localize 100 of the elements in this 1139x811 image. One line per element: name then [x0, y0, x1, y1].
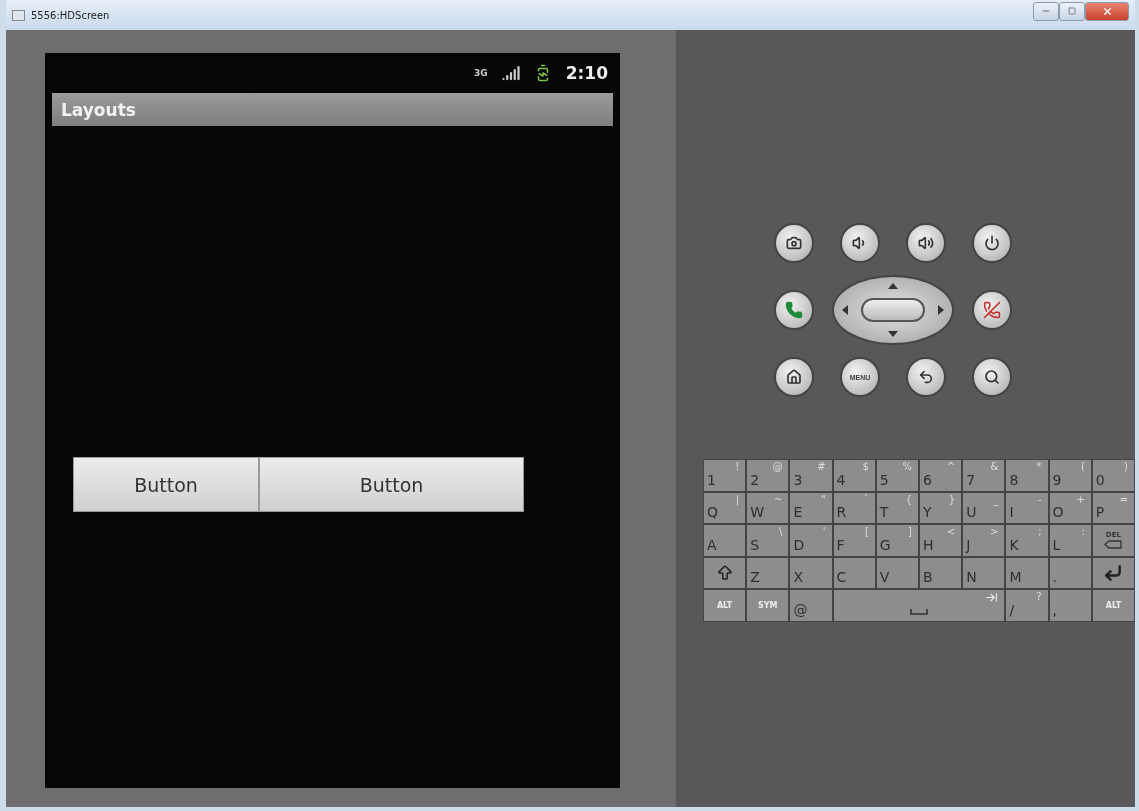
key[interactable]: U _ [963, 492, 1005, 523]
key[interactable]: P = [1092, 492, 1134, 523]
power-button[interactable] [972, 223, 1012, 263]
speaker-icon [918, 235, 934, 251]
signal-icon [501, 64, 520, 82]
button[interactable]: Button [259, 457, 524, 512]
search-button[interactable] [972, 357, 1012, 397]
alt-label: < [946, 526, 956, 537]
network-type: 3G [474, 68, 488, 78]
back-button[interactable] [906, 357, 946, 397]
window-title: 5556:HDScreen [31, 9, 111, 21]
alt-label: } [948, 493, 956, 505]
right-arrow-icon[interactable] [938, 305, 944, 315]
alt-label: * [1036, 461, 1042, 472]
alt-label: ~ [774, 493, 783, 505]
key[interactable]: E " [790, 492, 832, 523]
key[interactable]: N [963, 557, 1005, 588]
phone-icon [983, 301, 1001, 319]
key[interactable]: V [876, 557, 918, 588]
alt-label: \ [779, 526, 783, 537]
key[interactable]: 8 * [1006, 460, 1048, 491]
enter-icon [1103, 562, 1124, 583]
key[interactable]: C [833, 557, 875, 588]
alt-label: : [1081, 526, 1085, 537]
shift-icon [715, 563, 734, 582]
key[interactable]: I - [1006, 492, 1048, 523]
app-icon [12, 9, 25, 21]
alt-label: | [735, 493, 740, 505]
key[interactable]: R ` [833, 492, 875, 523]
key[interactable]: Z [747, 557, 789, 588]
key[interactable]: 2 @ [747, 460, 789, 491]
button[interactable]: Button [73, 457, 259, 512]
key[interactable]: G ] [876, 525, 918, 556]
key[interactable]: 6 ^ [920, 460, 962, 491]
key[interactable]: 7 & [963, 460, 1005, 491]
key[interactable]: Q | [704, 492, 746, 523]
power-icon [984, 235, 1000, 251]
alt-label: ` [863, 493, 869, 505]
key[interactable]: J > [963, 525, 1005, 556]
up-arrow-icon[interactable] [888, 283, 898, 289]
close-button[interactable] [1085, 1, 1129, 21]
key[interactable]: A [704, 525, 746, 556]
volume-down-button[interactable] [840, 223, 880, 263]
phone-icon [785, 301, 803, 319]
alt-label: % [902, 461, 912, 472]
dpad-center-button[interactable] [861, 298, 925, 322]
alt-label: ; [1038, 526, 1042, 537]
key[interactable]: X [790, 557, 832, 588]
alt-label: " [821, 493, 826, 505]
key[interactable]: K ; [1006, 525, 1048, 556]
key[interactable]: S \ [747, 525, 789, 556]
key[interactable]: F [ [833, 525, 875, 556]
key[interactable]: Y } [920, 492, 962, 523]
home-button[interactable] [774, 357, 814, 397]
shift-key[interactable] [704, 557, 746, 588]
alt-label: ^ [946, 461, 956, 472]
end-call-button[interactable] [972, 290, 1012, 330]
key[interactable]: 0 ) [1092, 460, 1134, 491]
space-key[interactable] [833, 590, 1005, 621]
key[interactable]: H < [920, 525, 962, 556]
alt-label: = [1119, 493, 1128, 505]
key[interactable]: B [920, 557, 962, 588]
alt-label: # [817, 461, 826, 472]
key[interactable]: W ~ [747, 492, 789, 523]
key[interactable]: M [1006, 557, 1048, 588]
key[interactable]: SYM [747, 590, 789, 621]
key[interactable]: D ' [790, 525, 832, 556]
alt-label: [ [864, 526, 869, 537]
key[interactable]: O + [1049, 492, 1091, 523]
key[interactable]: 9 ( [1049, 460, 1091, 491]
key[interactable]: @ [790, 590, 832, 621]
key[interactable]: . [1049, 557, 1091, 588]
key[interactable]: L : [1049, 525, 1091, 556]
alt-label: @ [772, 461, 783, 472]
backspace-icon [1104, 540, 1123, 550]
alt-label: + [1076, 493, 1085, 505]
alt-label: ? [1036, 591, 1042, 602]
key[interactable]: , [1049, 590, 1091, 621]
key[interactable]: / ? [1006, 590, 1048, 621]
alt-label: > [990, 526, 999, 537]
left-arrow-icon[interactable] [842, 305, 848, 315]
close-icon [1101, 5, 1113, 17]
key[interactable]: T { [876, 492, 918, 523]
camera-button[interactable] [774, 223, 814, 263]
key[interactable]: ALT [704, 590, 746, 621]
key[interactable]: 3 # [790, 460, 832, 491]
alt-label: - [1038, 493, 1042, 505]
key[interactable]: 1 ! [704, 460, 746, 491]
maximize-icon [1068, 7, 1076, 15]
volume-up-button[interactable] [906, 223, 946, 263]
tab-icon [985, 591, 999, 604]
search-icon [984, 369, 1000, 385]
key[interactable]: ALT [1092, 590, 1134, 621]
key[interactable]: 5 % [876, 460, 918, 491]
call-button[interactable] [774, 290, 814, 330]
enter-key[interactable] [1092, 557, 1134, 588]
alt-label: ( [1080, 461, 1085, 472]
down-arrow-icon[interactable] [888, 331, 898, 337]
alt-label: _ [993, 493, 999, 505]
key[interactable]: 4 $ [833, 460, 875, 491]
